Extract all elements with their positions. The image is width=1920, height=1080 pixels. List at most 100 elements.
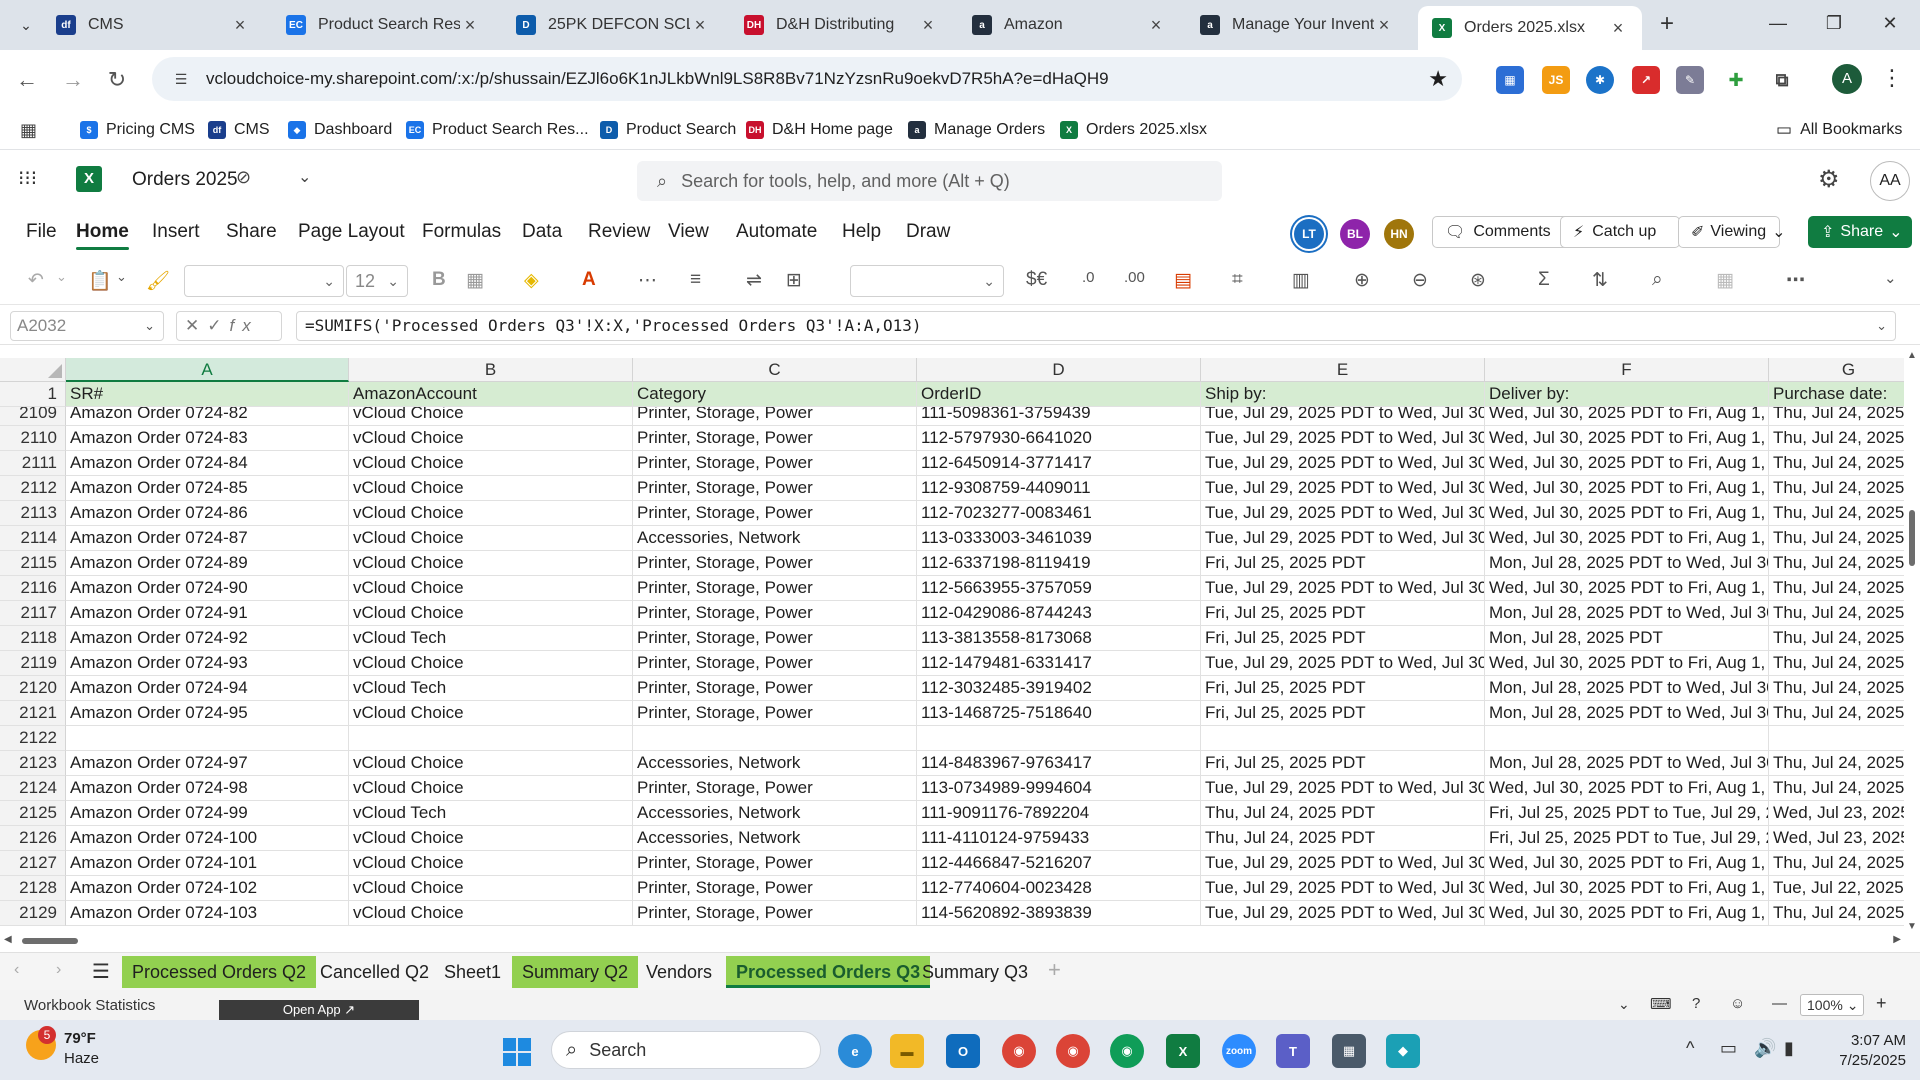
- next-sheet-icon[interactable]: ›: [56, 961, 61, 979]
- ribbon-tab[interactable]: Review: [588, 221, 650, 243]
- close-tab-icon[interactable]: ×: [1374, 15, 1394, 36]
- font-color-icon[interactable]: A: [582, 269, 596, 291]
- row-number[interactable]: 2124: [0, 776, 66, 801]
- table-cell[interactable]: Amazon Order 0724-89: [66, 551, 349, 576]
- table-cell[interactable]: Fri, Jul 25, 2025 PDT to Tue, Jul 29, 20: [1485, 826, 1769, 851]
- table-cell[interactable]: Tue, Jul 29, 2025 PDT to Wed, Jul 30, 2: [1201, 876, 1485, 901]
- table-cell[interactable]: 112-6337198-8119419: [917, 551, 1201, 576]
- table-cell[interactable]: 112-7740604-0023428: [917, 876, 1201, 901]
- table-cell[interactable]: Amazon Order 0724-95: [66, 701, 349, 726]
- table-cell[interactable]: vCloud Choice: [349, 901, 633, 926]
- table-cell[interactable]: Thu, Jul 24, 2025,: [1769, 576, 1905, 601]
- table-cell[interactable]: Amazon Order 0724-83: [66, 426, 349, 451]
- excel-logo-icon[interactable]: X: [76, 166, 102, 192]
- table-cell[interactable]: Thu, Jul 24, 2025,: [1769, 651, 1905, 676]
- row-number[interactable]: 2121: [0, 701, 66, 726]
- table-cell[interactable]: Thu, Jul 24, 2025,: [1769, 551, 1905, 576]
- table-cell[interactable]: Tue, Jul 29, 2025 PDT to Wed, Jul 30, 2: [1201, 501, 1485, 526]
- formula-input[interactable]: =SUMIFS('Processed Orders Q3'!X:X,'Proce…: [296, 311, 1896, 341]
- bookmark-item[interactable]: EC Product Search Res...: [406, 116, 589, 144]
- teams-icon[interactable]: T: [1276, 1034, 1310, 1068]
- column-header[interactable]: B: [349, 358, 633, 382]
- pen-extension-icon[interactable]: ✎: [1676, 66, 1704, 94]
- fill-color-icon[interactable]: ◈: [524, 269, 539, 292]
- table-cell[interactable]: Amazon Order 0724-91: [66, 601, 349, 626]
- horizontal-scroll-thumb[interactable]: [22, 938, 78, 944]
- chrome-icon[interactable]: ◉: [1002, 1034, 1036, 1068]
- ribbon-tab[interactable]: Draw: [906, 221, 950, 243]
- table-cell[interactable]: vCloud Choice: [349, 851, 633, 876]
- bookmark-item[interactable]: X Orders 2025.xlsx: [1060, 116, 1207, 144]
- table-cell[interactable]: Amazon Order 0724-99: [66, 801, 349, 826]
- ribbon-tab[interactable]: Formulas: [422, 221, 501, 243]
- table-cell[interactable]: 112-3032485-3919402: [917, 676, 1201, 701]
- expand-formula-icon[interactable]: ⌄: [1876, 312, 1887, 340]
- fx-icon[interactable]: fx: [230, 316, 259, 335]
- network-extension-icon[interactable]: ✱: [1586, 66, 1614, 94]
- zoom-select[interactable]: 100% ⌄: [1800, 994, 1864, 1016]
- table-cell[interactable]: Tue, Jul 22, 2025,: [1769, 876, 1905, 901]
- file-explorer-icon[interactable]: ▬: [890, 1034, 924, 1068]
- network-icon[interactable]: ▭: [1720, 1038, 1737, 1059]
- table-cell[interactable]: vCloud Tech: [349, 626, 633, 651]
- volume-icon[interactable]: 🔊: [1754, 1038, 1776, 1059]
- chrome-profile-2-icon[interactable]: ◉: [1056, 1034, 1090, 1068]
- table-cell[interactable]: 114-8483967-9763417: [917, 751, 1201, 776]
- all-bookmarks-folder[interactable]: ▭ All Bookmarks: [1776, 116, 1902, 144]
- zoom-out-icon[interactable]: —: [1772, 995, 1787, 1012]
- ribbon-tab[interactable]: View: [668, 221, 709, 243]
- row-number[interactable]: 2116: [0, 576, 66, 601]
- table-cell[interactable]: Wed, Jul 30, 2025 PDT to Fri, Aug 1, 2(: [1485, 851, 1769, 876]
- scroll-left-arrow-icon[interactable]: ◀: [4, 934, 12, 945]
- open-app-tooltip[interactable]: Open App ↗: [219, 1000, 419, 1020]
- table-cell[interactable]: Wed, Jul 30, 2025 PDT to Fri, Aug 1, 2(: [1485, 426, 1769, 451]
- calculator-icon[interactable]: ▦: [1332, 1034, 1366, 1068]
- horizontal-scrollbar[interactable]: ◀ ▶: [0, 932, 1905, 950]
- table-cell[interactable]: Amazon Order 0724-85: [66, 476, 349, 501]
- row-number[interactable]: 2119: [0, 651, 66, 676]
- table-cell[interactable]: [917, 726, 1201, 751]
- ribbon-tab[interactable]: File: [26, 221, 57, 243]
- table-cell[interactable]: 111-4110124-9759433: [917, 826, 1201, 851]
- sheet-tab[interactable]: Vendors: [636, 956, 722, 988]
- table-cell[interactable]: Thu, Jul 24, 2025,: [1769, 451, 1905, 476]
- table-cell[interactable]: 112-9308759-4409011: [917, 476, 1201, 501]
- profile-avatar[interactable]: A: [1832, 64, 1862, 94]
- table-cell[interactable]: 112-5797930-6641020: [917, 426, 1201, 451]
- sheet-tab[interactable]: Processed Orders Q3: [726, 956, 931, 988]
- back-button[interactable]: ←: [10, 63, 44, 97]
- chevron-down-icon[interactable]: ⌄: [1618, 996, 1630, 1013]
- table-cell[interactable]: Wed, Jul 30, 2025 PDT to Fri, Aug 1, 2(: [1485, 776, 1769, 801]
- table-cell[interactable]: Thu, Jul 24, 2025,: [1769, 426, 1905, 451]
- table-cell[interactable]: vCloud Choice: [349, 426, 633, 451]
- table-cell[interactable]: vCloud Choice: [349, 776, 633, 801]
- table-cell[interactable]: Tue, Jul 29, 2025 PDT to Wed, Jul 30, 2: [1201, 426, 1485, 451]
- table-cell[interactable]: Amazon Order 0724-86: [66, 501, 349, 526]
- column-header[interactable]: A: [66, 358, 349, 382]
- table-cell[interactable]: Tue, Jul 29, 2025 PDT to Wed, Jul 30, 2: [1201, 651, 1485, 676]
- font-family-select[interactable]: ⌄: [184, 265, 344, 297]
- header-cell[interactable]: AmazonAccount: [349, 382, 633, 407]
- minimize-button[interactable]: —: [1750, 0, 1806, 46]
- table-cell[interactable]: [66, 726, 349, 751]
- puzzle-green-icon[interactable]: ✚: [1722, 66, 1750, 94]
- coauthor-avatar[interactable]: LT: [1294, 219, 1324, 249]
- vertical-scroll-thumb[interactable]: [1909, 510, 1915, 566]
- more-options-icon[interactable]: ⋯: [1786, 269, 1805, 292]
- close-tab-icon[interactable]: ×: [460, 15, 480, 36]
- workbook-statistics[interactable]: Workbook Statistics: [24, 997, 155, 1014]
- table-cell[interactable]: Amazon Order 0724-102: [66, 876, 349, 901]
- table-cell[interactable]: Amazon Order 0724-92: [66, 626, 349, 651]
- scroll-down-arrow-icon[interactable]: ▼: [1907, 921, 1917, 932]
- unpinned-icon[interactable]: ⊘: [236, 167, 251, 188]
- table-cell[interactable]: 112-5663955-3757059: [917, 576, 1201, 601]
- table-cell[interactable]: Amazon Order 0724-94: [66, 676, 349, 701]
- table-cell[interactable]: Printer, Storage, Power: [633, 576, 917, 601]
- table-cell[interactable]: Amazon Order 0724-103: [66, 901, 349, 926]
- table-cell[interactable]: Printer, Storage, Power: [633, 701, 917, 726]
- insert-cells-icon[interactable]: ⊕: [1354, 269, 1370, 292]
- table-cell[interactable]: Fri, Jul 25, 2025 PDT: [1201, 601, 1485, 626]
- catch-up-button[interactable]: ⚡ Catch up: [1560, 216, 1680, 248]
- table-cell[interactable]: Tue, Jul 29, 2025 PDT to Wed, Jul 30, 2: [1201, 526, 1485, 551]
- table-cell[interactable]: vCloud Choice: [349, 576, 633, 601]
